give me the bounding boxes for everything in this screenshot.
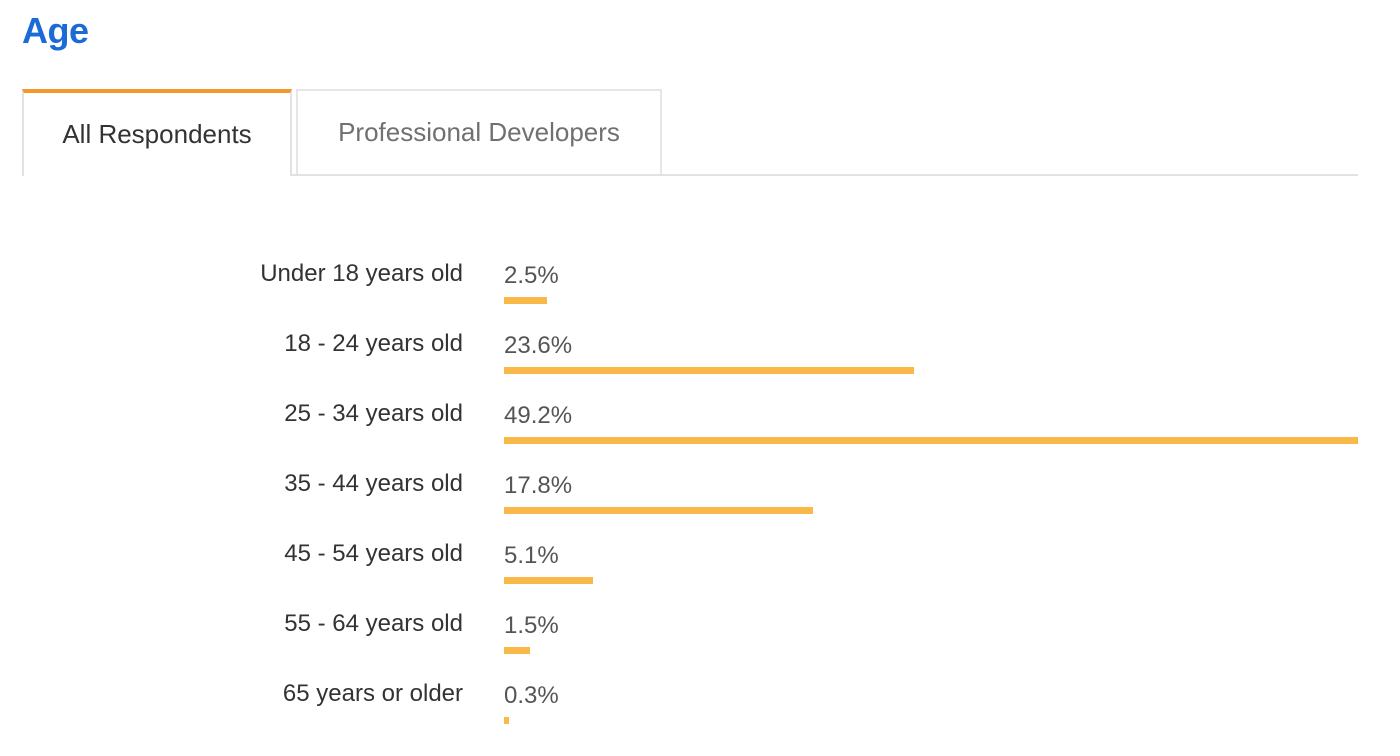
bar (504, 367, 914, 374)
chart-row: 65 years or older 0.3% (0, 670, 1400, 740)
bar (504, 647, 530, 654)
chart-row: 45 - 54 years old 5.1% (0, 530, 1400, 600)
value-label: 0.3% (504, 682, 559, 709)
category-label: Under 18 years old (260, 260, 463, 287)
chart-row: 18 - 24 years old 23.6% (0, 320, 1400, 390)
chart-row: 25 - 34 years old 49.2% (0, 390, 1400, 460)
category-label: 55 - 64 years old (284, 610, 463, 637)
age-bar-chart: Under 18 years old 2.5% 18 - 24 years old 2… (0, 250, 1400, 740)
chart-row: 35 - 44 years old 17.8% (0, 460, 1400, 530)
value-label: 5.1% (504, 542, 559, 569)
value-label: 49.2% (504, 402, 573, 429)
tab-bar: All Respondents Professional Developers (22, 89, 1358, 176)
category-label: 35 - 44 years old (284, 470, 463, 497)
bar (504, 507, 813, 514)
value-label: 2.5% (504, 262, 559, 289)
page-title: Age (22, 10, 89, 51)
value-label: 1.5% (504, 612, 559, 639)
chart-row: 55 - 64 years old 1.5% (0, 600, 1400, 670)
bar (504, 577, 593, 584)
bar (504, 437, 1358, 444)
tab-label: All Respondents (62, 119, 252, 149)
value-label: 17.8% (504, 472, 573, 499)
category-label: 18 - 24 years old (284, 330, 463, 357)
tab-label: Professional Developers (338, 117, 620, 147)
category-label: 65 years or older (282, 680, 463, 707)
category-label: 45 - 54 years old (284, 540, 463, 567)
category-label: 25 - 34 years old (284, 400, 463, 427)
tab-professional-developers[interactable]: Professional Developers (296, 89, 662, 174)
chart-row: Under 18 years old 2.5% (0, 250, 1400, 320)
value-label: 23.6% (504, 332, 573, 359)
bar (504, 297, 547, 304)
tab-all-respondents[interactable]: All Respondents (22, 89, 292, 176)
bar (504, 717, 509, 724)
